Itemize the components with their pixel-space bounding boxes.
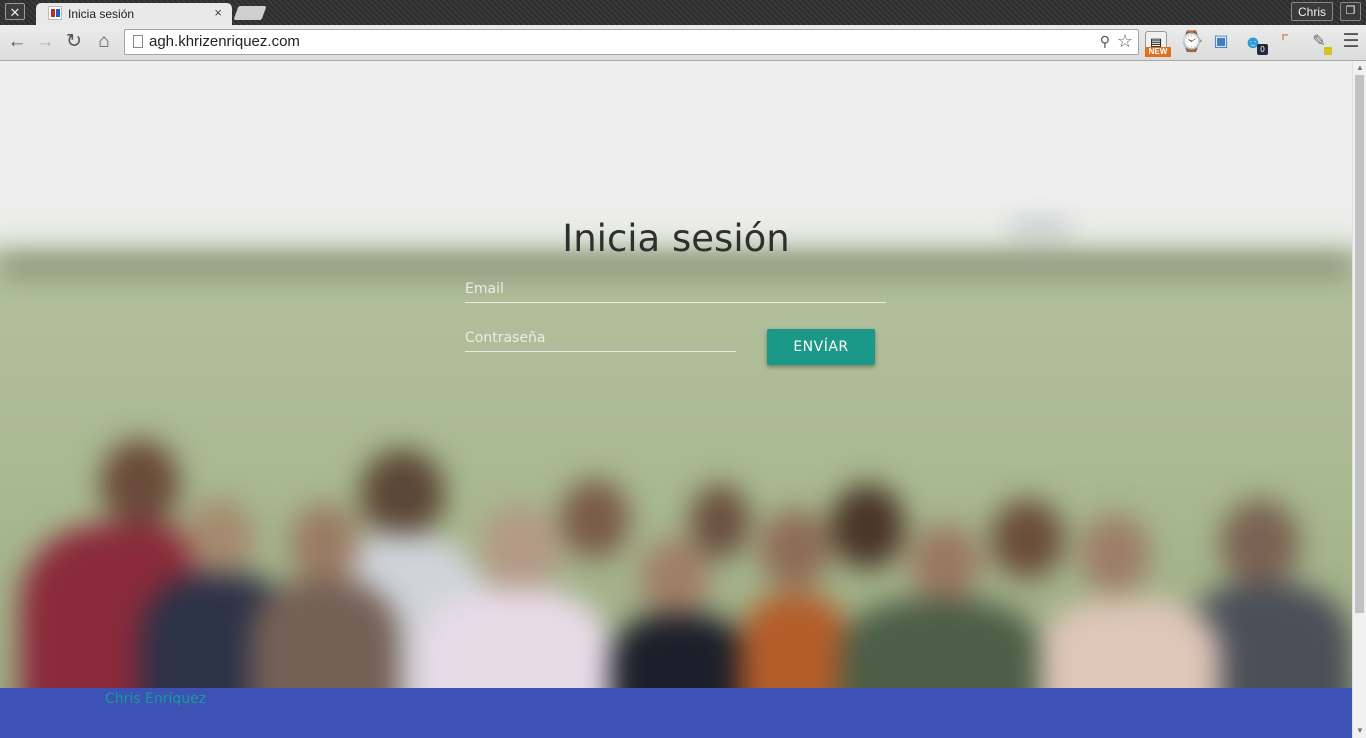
extension-window-icon[interactable]: ▣ bbox=[1210, 31, 1232, 53]
extension-new-icon[interactable]: ▤ NEW bbox=[1145, 31, 1171, 57]
site-favicon-icon bbox=[48, 6, 62, 20]
footer: Chris Enríquez bbox=[0, 688, 1352, 738]
extension-count-badge: 0 bbox=[1257, 44, 1268, 55]
scroll-up-arrow-icon[interactable]: ▲ bbox=[1355, 63, 1365, 73]
page-icon bbox=[133, 35, 143, 48]
extension-ruler-icon[interactable]: ⌜ bbox=[1274, 31, 1296, 53]
menu-icon[interactable]: ☰ bbox=[1339, 30, 1363, 54]
email-field[interactable] bbox=[465, 275, 886, 303]
window-restore-button[interactable]: ❐ bbox=[1340, 2, 1361, 21]
new-tab-button[interactable] bbox=[233, 6, 267, 20]
login-form: Inicia sesión ENVÍAR bbox=[0, 61, 1352, 738]
browser-toolbar: ← → ↻ ⌂ agh.khrizenriquez.com ⚲ ☆ ▤ NEW … bbox=[0, 25, 1366, 61]
back-arrow-icon[interactable]: ← bbox=[5, 30, 29, 54]
scroll-down-arrow-icon[interactable]: ▼ bbox=[1355, 726, 1365, 736]
extension-eyedropper-icon[interactable]: ✎ bbox=[1308, 31, 1332, 55]
url-text[interactable]: agh.khrizenriquez.com bbox=[149, 33, 300, 50]
author-link[interactable]: Chris Enríquez bbox=[105, 691, 206, 707]
address-bar[interactable]: agh.khrizenriquez.com ⚲ ☆ bbox=[124, 29, 1139, 55]
extension-face-icon[interactable]: ☻ 0 bbox=[1242, 31, 1268, 55]
window-close-button[interactable]: ✕ bbox=[5, 3, 25, 20]
scroll-thumb[interactable] bbox=[1355, 75, 1364, 613]
tab-close-icon[interactable]: × bbox=[214, 5, 222, 20]
reload-icon[interactable]: ↻ bbox=[62, 30, 86, 54]
vertical-scrollbar[interactable]: ▲ ▼ bbox=[1352, 61, 1366, 738]
bookmark-star-icon[interactable]: ☆ bbox=[1117, 31, 1133, 52]
forward-arrow-icon[interactable]: → bbox=[33, 30, 57, 54]
active-tab[interactable]: Inicia sesión × bbox=[36, 3, 232, 25]
profile-button[interactable]: Chris bbox=[1291, 2, 1333, 21]
extension-swirl-icon[interactable]: ⌚ bbox=[1179, 31, 1204, 53]
tab-title: Inicia sesión bbox=[68, 7, 135, 21]
key-icon[interactable]: ⚲ bbox=[1100, 33, 1110, 50]
submit-button[interactable]: ENVÍAR bbox=[767, 329, 875, 365]
lock-badge-icon bbox=[1324, 47, 1332, 55]
tab-strip: ✕ Inicia sesión × Chris ❐ bbox=[0, 0, 1366, 25]
password-field[interactable] bbox=[465, 324, 736, 352]
new-badge: NEW bbox=[1145, 47, 1171, 57]
page-viewport: Inicia sesión ENVÍAR Chris Enríquez bbox=[0, 61, 1352, 738]
page-title: Inicia sesión bbox=[562, 217, 790, 260]
home-icon[interactable]: ⌂ bbox=[92, 30, 116, 54]
